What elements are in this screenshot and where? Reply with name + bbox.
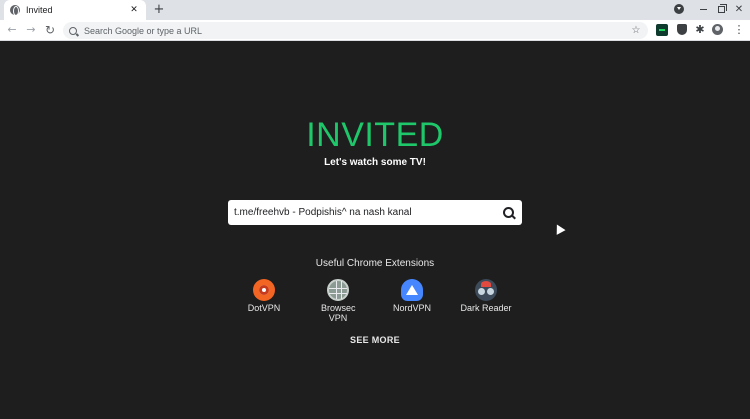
minimize-icon — [699, 8, 707, 10]
tab-invited[interactable]: Invited ✕ — [4, 0, 146, 20]
search-input[interactable] — [234, 207, 502, 218]
see-more-link[interactable]: SEE MORE — [0, 335, 750, 345]
reload-button[interactable]: ↻ — [43, 23, 57, 37]
browsec-globe-icon — [327, 279, 349, 301]
dark-reader-icon — [475, 279, 497, 301]
tagline: Let's watch some TV! — [324, 157, 426, 168]
search-box — [228, 200, 522, 225]
new-tab-button[interactable]: + — [152, 2, 166, 18]
close-window-button[interactable]: ✕ — [733, 3, 745, 15]
dotvpn-icon — [253, 279, 275, 301]
extension-dark-reader[interactable]: Dark Reader — [456, 279, 516, 313]
bookmark-star-icon[interactable]: ☆ — [630, 25, 642, 36]
extension-label: Browsec VPN — [321, 303, 356, 323]
extension-dotvpn[interactable]: DotVPN — [234, 279, 294, 313]
extensions-puzzle-icon[interactable]: ✱ — [694, 24, 706, 36]
extension-nordvpn[interactable]: NordVPN — [382, 279, 442, 313]
browser-toolbar: ← → ↻ ☆ ✱ ⋮ — [0, 20, 750, 41]
search-icon — [69, 26, 77, 35]
terminal-extension-icon[interactable] — [656, 24, 668, 36]
extensions-list: DotVPN Browsec VPN NordVPN Dark Reader — [0, 279, 750, 339]
tab-title: Invited — [26, 5, 53, 15]
brand-title: INVITED — [306, 116, 444, 154]
mouse-cursor-icon — [552, 222, 566, 235]
forward-button[interactable]: → — [24, 23, 38, 37]
avatar-icon — [712, 24, 723, 35]
tab-close-icon[interactable]: ✕ — [128, 5, 140, 15]
omnibox: ☆ — [63, 22, 648, 39]
extension-label: Dark Reader — [460, 303, 512, 313]
tab-strip: Invited ✕ + ✕ — [0, 0, 750, 20]
extension-browsec-vpn[interactable]: Browsec VPN — [308, 279, 368, 323]
search-submit-icon[interactable] — [502, 206, 516, 220]
extension-label: DotVPN — [247, 303, 281, 313]
tab-search-icon — [674, 4, 684, 14]
shield-extension-icon[interactable] — [676, 24, 688, 36]
minimize-button[interactable] — [697, 3, 709, 15]
address-bar-input[interactable] — [84, 25, 630, 36]
tab-search-button[interactable] — [673, 3, 685, 15]
globe-icon — [10, 5, 20, 16]
back-button[interactable]: ← — [5, 23, 19, 37]
new-tab-page: INVITED Let's watch some TV! Useful Chro… — [0, 42, 750, 419]
shield-icon — [677, 24, 687, 35]
extensions-heading: Useful Chrome Extensions — [315, 258, 435, 269]
restore-icon — [717, 3, 727, 13]
chrome-menu-icon[interactable]: ⋮ — [733, 24, 745, 36]
nordvpn-icon — [401, 279, 423, 301]
profile-avatar[interactable] — [712, 24, 724, 36]
extension-label: NordVPN — [392, 303, 431, 313]
restore-button[interactable] — [715, 3, 727, 15]
